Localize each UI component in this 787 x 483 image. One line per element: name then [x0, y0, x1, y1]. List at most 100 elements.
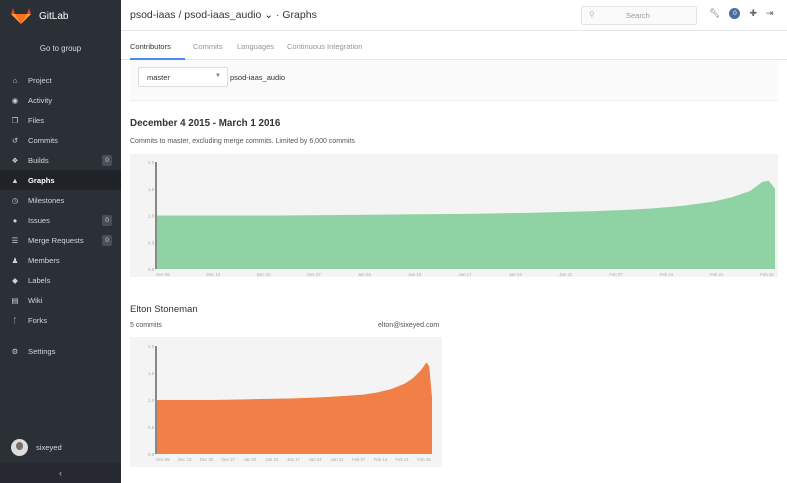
exclamation-circle-icon: ●	[12, 215, 18, 225]
author-chart-x-tick-label: Jan 24	[309, 457, 323, 462]
sidebar-item-label: Activity	[28, 95, 53, 105]
user-profile[interactable]: sixeyed	[11, 439, 62, 456]
author-chart-y-tick-label: 1.5	[148, 371, 155, 376]
sidebar-item-merge-requests[interactable]: ☰ Merge Requests 0	[0, 230, 121, 250]
sidebar-item-graphs[interactable]: ▲ Graphs	[0, 170, 121, 190]
go-to-group-link[interactable]: Go to group	[0, 33, 121, 63]
author-chart-x-tick-label: Feb 28	[417, 457, 431, 462]
count-badge: 0	[102, 235, 112, 246]
brand-name: GitLab	[39, 10, 69, 22]
clock-icon: ◷	[11, 195, 19, 205]
brand[interactable]: GitLab	[0, 0, 121, 32]
contributors-chart-y-tick-label: 0.0	[148, 267, 155, 272]
sidebar-item-project[interactable]: ⌂ Project	[0, 70, 121, 90]
sidebar-item-label: Settings	[28, 346, 56, 356]
sidebar-item-members[interactable]: ♟ Members	[0, 250, 121, 270]
collapse-sidebar-button[interactable]: ‹	[0, 463, 121, 483]
todos-badge[interactable]: 0	[729, 8, 741, 19]
sidebar-item-wiki[interactable]: ▤ Wiki	[0, 290, 121, 310]
contributors-chart-x-tick-label: Dec 20	[257, 272, 271, 277]
search-placeholder: Search	[626, 11, 650, 20]
search-input[interactable]: ⚲ Search	[581, 6, 697, 25]
count-badge: 0	[102, 155, 112, 166]
users-icon: ♟	[11, 255, 19, 265]
tasks-icon: ☰	[11, 235, 19, 245]
home-icon: ⌂	[12, 75, 18, 85]
tab-continuous-integration[interactable]: Continuous Integration	[287, 42, 362, 51]
contributors-chart-x-tick-label: Dec 27	[307, 272, 321, 277]
sidebar-item-activity[interactable]: ◉ Activity	[0, 90, 121, 110]
tab-languages[interactable]: Languages	[237, 42, 274, 51]
sidebar-item-label: Labels	[28, 275, 51, 285]
code-fork-icon: ᚴ	[12, 315, 18, 325]
contributors-chart-x-tick-label: Jan 10	[408, 272, 422, 277]
contributors-chart-y-tick-label: 0.5	[148, 240, 155, 245]
author-chart-y-tick-label: 1.0	[148, 398, 155, 403]
sidebar: GitLab Go to group ⌂ Project ◉ Activity ❐ Fil…	[0, 0, 121, 483]
author-chart-svg: 2.0 1.5 1.0 0.5 0.0Dec 06 Dec 13 Dec 20 Dec 27 J…	[148, 344, 432, 462]
sidebar-item-label: Milestones	[28, 195, 65, 205]
contributors-chart-x-tick-label: Feb 21	[710, 272, 724, 277]
author-name: Elton Stoneman	[130, 304, 198, 315]
author-chart-x-tick-label: Feb 21	[396, 457, 410, 462]
header-icons: 🔧︎ 0 ✚ ⇥	[709, 8, 783, 19]
sidebar-item-label: Commits	[28, 135, 58, 145]
date-range-description: Commits to master, excluding merge commi…	[130, 138, 355, 145]
page-title[interactable]: psod-iaas / psod-iaas_audio ⌄ · Graphs	[130, 9, 317, 21]
sign-out-icon[interactable]: ⇥	[766, 8, 774, 19]
author-chart: 2.0 1.5 1.0 0.5 0.0 Dec 06 Dec 13 Dec 20 Dec 27 J…	[130, 337, 442, 467]
author-chart-x-tick-label: Feb 07	[352, 457, 366, 462]
sidebar-item-settings[interactable]: ⚙ Settings	[0, 341, 121, 361]
author-chart-y-tick-label: 0.5	[148, 425, 155, 430]
sidebar-item-labels[interactable]: ◆ Labels	[0, 270, 121, 290]
history-icon: ↺	[11, 135, 19, 145]
contributors-chart-x-tick-label: Jan 17	[459, 272, 473, 277]
count-badge: 0	[102, 215, 112, 226]
author-commits: 5 commits	[130, 322, 162, 329]
sidebar-item-issues[interactable]: ● Issues 0	[0, 210, 121, 230]
search-icon: ⚲	[589, 10, 595, 19]
sidebar-nav: ⌂ Project ◉ Activity ❐ Files ↺ Commits ❖ Builds 0 ▲…	[0, 70, 121, 361]
contributors-chart: 2.0 1.5 1.0 0.5 0.0 Dec 06 Dec 13 Dec 20 Dec 27 J…	[130, 154, 778, 277]
wrench-icon[interactable]: 🔧︎	[709, 8, 720, 19]
sidebar-item-milestones[interactable]: ◷ Milestones	[0, 190, 121, 210]
sidebar-item-label: Builds	[28, 155, 49, 165]
contributors-chart-x-tick-label: Feb 28	[760, 272, 774, 277]
sidebar-item-commits[interactable]: ↺ Commits	[0, 130, 121, 150]
branch-selected-value: master	[147, 73, 170, 82]
sidebar-item-label: Project	[28, 75, 52, 85]
author-chart-x-tick-label: Dec 06	[156, 457, 170, 462]
book-icon: ▤	[11, 295, 19, 305]
top-header: psod-iaas / psod-iaas_audio ⌄ · Graphs ⚲…	[121, 0, 787, 31]
author-email[interactable]: elton@sixeyed.com	[378, 322, 439, 329]
cogs-icon: ⚙	[11, 346, 19, 356]
contributors-chart-x-tick-label: Feb 07	[609, 272, 623, 277]
author-chart-x-tick-label: Feb 14	[374, 457, 388, 462]
sidebar-item-label: Wiki	[28, 295, 43, 305]
contributors-chart-y-tick-label: 1.5	[148, 187, 155, 192]
sidebar-item-label: Merge Requests	[28, 235, 84, 245]
contributors-chart-svg: 2.0 1.5 1.0 0.5 0.0Dec 06 Dec 13 Dec 20 Dec 27 J…	[148, 160, 775, 277]
tab-contributors[interactable]: Contributors	[130, 42, 171, 51]
contributors-chart-x-tick-label: Dec 06	[156, 272, 170, 277]
files-icon: ❐	[11, 115, 19, 125]
sidebar-item-files[interactable]: ❐ Files	[0, 110, 121, 130]
author-chart-x-tick-label: Jan 10	[265, 457, 279, 462]
sidebar-item-forks[interactable]: ᚴ Forks	[0, 310, 121, 330]
sidebar-item-label: Files	[28, 115, 45, 125]
contributors-chart-x-tick-label: Jan 24	[509, 272, 523, 277]
caret-down-icon: ▼	[215, 73, 221, 79]
branch-select[interactable]: master ▼	[138, 67, 228, 87]
contributors-chart-area	[157, 180, 775, 269]
graph-tabs: Contributors Commits Languages Continuou…	[121, 31, 787, 60]
contributors-chart-x-tick-label: Dec 13	[207, 272, 221, 277]
contributors-chart-y-tick-label: 2.0	[148, 160, 155, 165]
cubes-icon: ❖	[11, 155, 19, 165]
author-chart-y-tick-label: 0.0	[148, 452, 155, 457]
sidebar-item-builds[interactable]: ❖ Builds 0	[0, 150, 121, 170]
tab-commits[interactable]: Commits	[193, 42, 223, 51]
contributors-chart-x-tick-label: Jan 03	[358, 272, 372, 277]
plus-icon[interactable]: ✚	[749, 8, 757, 19]
tags-icon: ◆	[12, 275, 18, 285]
